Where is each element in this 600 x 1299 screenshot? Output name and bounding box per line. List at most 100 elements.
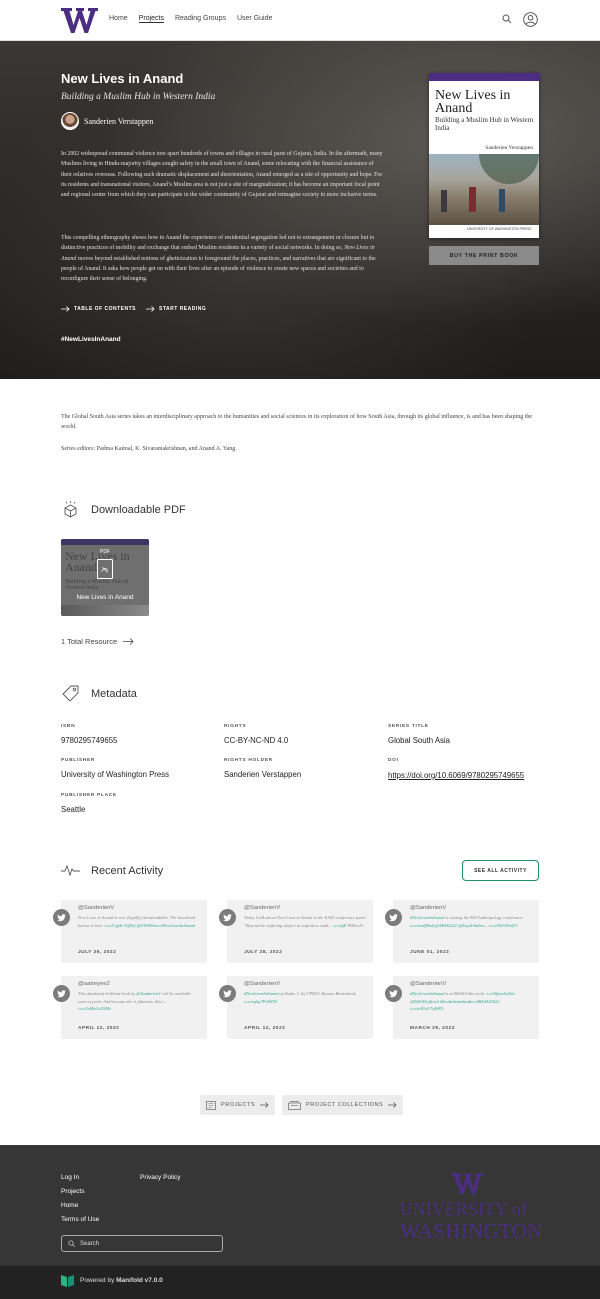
twitter-icon: [385, 985, 402, 1002]
hero-actions: TABLE OF CONTENTS START READING: [61, 306, 206, 312]
activity-user[interactable]: @SanderienV: [410, 981, 446, 987]
pdf-file-icon: [97, 559, 113, 579]
nav-user-guide[interactable]: User Guide: [237, 15, 272, 23]
activity-card[interactable]: @SanderienV #NewLivesInAnand is visiting …: [385, 900, 539, 963]
activity-user[interactable]: @SanderienV: [244, 981, 280, 987]
project-collections-button[interactable]: PROJECT COLLECTIONS: [282, 1095, 404, 1115]
doi-link[interactable]: https://doi.org/10.6069/9780295749655: [388, 770, 543, 781]
project-description-p1: In 2002 widespread communal violence tor…: [61, 151, 383, 199]
rights-holder-value: Sanderien Verstappen: [224, 770, 302, 779]
pdf-resource-card[interactable]: New Lives in Anand Building a Muslim Hub…: [61, 539, 149, 616]
uw-logo-icon[interactable]: [61, 8, 98, 33]
footer-link-projects[interactable]: Projects: [61, 1188, 84, 1195]
uw-wordmark-line1: UNIVERSITY of: [400, 1199, 528, 1219]
total-resources-label: 1 Total Resource: [61, 637, 118, 646]
nav-projects[interactable]: Projects: [138, 15, 164, 23]
start-reading-link[interactable]: START READING: [146, 306, 206, 312]
publisher-label: PUBLISHER: [61, 758, 96, 763]
start-reading-label: START READING: [159, 306, 207, 312]
activity-link-token[interactable]: t.co/9fmw5yt5in: [486, 991, 514, 996]
activity-body: Today I talk about New Lives in Anand in…: [244, 915, 366, 928]
isbn-value: 9780295749655: [61, 736, 118, 745]
twitter-icon: [385, 909, 402, 926]
twitter-icon: [219, 909, 236, 926]
activity-link-token[interactable]: #SouthAsianStudies: [440, 999, 475, 1004]
activity-link-token[interactable]: #RAI2022: [439, 923, 457, 928]
activity-body: #NewLivesInAnand op Radio 1, bij VPRO's …: [244, 991, 357, 1004]
activity-link-token[interactable]: @RoyalAnthro...: [458, 923, 488, 928]
activity-user[interactable]: @aatreyee2: [78, 981, 110, 987]
activity-link-token[interactable]: @UWAPress: [137, 923, 160, 928]
activity-body: New Lives in Anand is now (legally) down…: [78, 915, 195, 928]
activity-link-token[interactable]: t.co/pjF: [333, 923, 347, 928]
project-subtitle: Building a Muslim Hub in Western India: [61, 92, 216, 102]
footer-link-privacy[interactable]: Privacy Policy: [140, 1174, 180, 1181]
user-icon[interactable]: [523, 12, 538, 27]
projects-button-label: PROJECTS: [221, 1102, 256, 1108]
cover-title: New Lives in Anand: [435, 88, 511, 116]
cover-author: Sanderien Verstappen: [485, 145, 533, 151]
author-name: Sanderien Verstappen: [84, 116, 154, 126]
uw-w-logo-icon[interactable]: [452, 1173, 483, 1195]
activity-card[interactable]: @SanderienV Today I talk about New Lives …: [219, 900, 373, 963]
activity-link-token[interactable]: #NewLivesInAnand: [161, 923, 195, 928]
activity-user[interactable]: @SanderienV: [244, 905, 280, 911]
activity-date: JULY 28, 2022: [244, 950, 283, 955]
arrow-right-icon: [61, 306, 70, 312]
activity-user[interactable]: @SanderienV: [78, 905, 114, 911]
activity-heading-text: Recent Activity: [91, 864, 164, 877]
activity-link-token[interactable]: @SanderienV: [136, 991, 160, 996]
powered-prefix: Powered by: [80, 1277, 117, 1284]
nav-reading-groups[interactable]: Reading Groups: [175, 15, 226, 23]
activity-body: This absolutely brilliant book by @Sande…: [78, 991, 192, 1011]
activity-link-token[interactable]: t.co/zAUsU7qWK9: [410, 1006, 443, 1011]
activity-date: APRIL 12, 2022: [78, 1026, 120, 1031]
activity-link-token[interactable]: t.co/2sMnGeX5Mv: [78, 1006, 111, 1011]
table-of-contents-link[interactable]: TABLE OF CONTENTS: [61, 306, 136, 312]
activity-link-token[interactable]: #NewLivesInAnand: [410, 991, 444, 996]
activity-card[interactable]: @aatreyee2 This absolutely brilliant book…: [53, 976, 207, 1039]
activity-link-token[interactable]: #BASAS2022: [476, 999, 499, 1004]
activity-link-token[interactable]: t.co/20aVWt4j7v: [489, 923, 518, 928]
cover-press: UNIVERSITY OF WASHINGTON PRESS: [467, 227, 532, 231]
cover-photo-figure: [441, 190, 447, 212]
author-row: Sanderien Verstappen: [61, 112, 153, 130]
activity-card[interactable]: @SanderienV #NewLivesInAnand is at BASAS …: [385, 976, 539, 1039]
rights-value: CC-BY-NC-ND 4.0: [224, 736, 289, 745]
footer-link-home[interactable]: Home: [61, 1202, 78, 1209]
arrow-right-icon: [388, 1102, 397, 1108]
activity-link-token[interactable]: #NewLivesInAnand: [410, 915, 444, 920]
buy-print-book-button[interactable]: BUY THE PRINT BOOK: [429, 246, 539, 265]
uw-wordmark-line2: WASHINGTON: [400, 1219, 543, 1243]
see-all-activity-button[interactable]: SEE ALL ACTIVITY: [462, 860, 539, 881]
cover-photo-figure: [469, 187, 476, 212]
activity-card[interactable]: @SanderienV #NewLivesInAnand op Radio 1, …: [219, 976, 373, 1039]
powered-by-text[interactable]: Powered by Manifold v7.0.0: [80, 1277, 163, 1284]
collections-icon: [288, 1100, 301, 1110]
activity-body: #NewLivesInAnand is at BASAS this week: …: [410, 991, 515, 1011]
main-nav: Home Projects Reading Groups User Guide: [109, 15, 272, 23]
activity-pulse-icon: [61, 864, 80, 877]
project-description-p2: This compelling ethnography shows how in…: [61, 233, 385, 284]
manifold-logo-icon[interactable]: [61, 1274, 74, 1287]
activity-card[interactable]: @SanderienV New Lives in Anand is now (le…: [53, 900, 207, 963]
isbn-label: ISBN: [61, 724, 76, 729]
arrow-right-icon: [146, 306, 155, 312]
card-bottom-strip: [61, 605, 149, 616]
activity-link-token[interactable]: t.co/uqbg7PvWEW: [244, 999, 277, 1004]
activity-link-token[interactable]: t.co/Cqfde-JQDrf: [105, 923, 136, 928]
search-icon[interactable]: [502, 14, 512, 24]
top-navigation-bar: Home Projects Reading Groups User Guide: [0, 0, 600, 41]
activity-link-token[interactable]: t.co/wmQ8xdoff: [410, 923, 438, 928]
twitter-icon: [53, 985, 70, 1002]
total-resources-link[interactable]: 1 Total Resource: [61, 637, 134, 646]
projects-button[interactable]: PROJECTS: [200, 1095, 276, 1115]
activity-link-token[interactable]: #NewLivesInAnand: [244, 991, 278, 996]
footer-search-input[interactable]: Search: [61, 1235, 223, 1252]
nav-home[interactable]: Home: [109, 15, 128, 23]
activity-link-token[interactable]: @BASASofficial: [410, 999, 439, 1004]
footer-link-terms[interactable]: Terms of Use: [61, 1216, 99, 1223]
footer-link-login[interactable]: Log In: [61, 1174, 79, 1181]
activity-user[interactable]: @SanderienV: [410, 905, 446, 911]
project-hashtag[interactable]: #NewLivesInAnand: [61, 336, 121, 343]
